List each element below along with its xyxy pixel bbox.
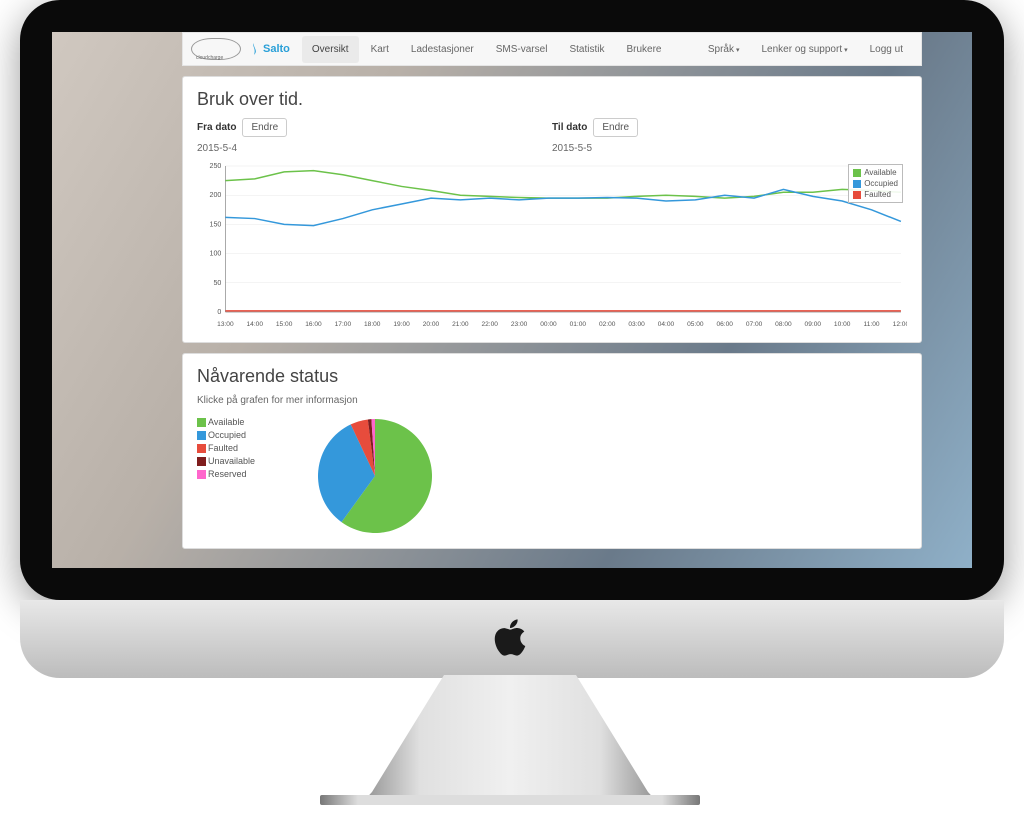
nav-support[interactable]: Lenker og support▾ xyxy=(751,36,857,63)
pie-chart[interactable] xyxy=(285,416,465,536)
svg-text:250: 250 xyxy=(209,163,221,170)
svg-text:20:00: 20:00 xyxy=(423,321,440,328)
nav-item-statistik[interactable]: Statistik xyxy=(559,36,614,63)
monitor-foot xyxy=(320,795,700,805)
nav-item-sms-varsel[interactable]: SMS-varsel xyxy=(486,36,558,63)
chevron-down-icon: ▾ xyxy=(736,47,740,54)
svg-text:01:00: 01:00 xyxy=(570,321,587,328)
svg-text:03:00: 03:00 xyxy=(628,321,645,328)
from-date-change-button[interactable]: Endre xyxy=(242,118,287,137)
svg-text:50: 50 xyxy=(213,280,221,287)
svg-text:04:00: 04:00 xyxy=(658,321,675,328)
monitor-stand xyxy=(360,675,660,805)
nav-language[interactable]: Språk▾ xyxy=(698,36,750,63)
line-chart-legend: AvailableOccupiedFaulted xyxy=(848,164,903,203)
svg-text:18:00: 18:00 xyxy=(364,321,381,328)
to-date-change-button[interactable]: Endre xyxy=(593,118,638,137)
svg-text:17:00: 17:00 xyxy=(335,321,352,328)
pie-chart-legend: AvailableOccupiedFaultedUnavailableReser… xyxy=(197,416,255,536)
svg-text:10:00: 10:00 xyxy=(834,321,851,328)
line-chart[interactable]: 0 50 100 150 200 250 13:00 14:00 15:00 16:00 17:00… xyxy=(197,160,907,330)
svg-text:06:00: 06:00 xyxy=(716,321,733,328)
svg-text:05:00: 05:00 xyxy=(687,321,704,328)
svg-text:21:00: 21:00 xyxy=(452,321,469,328)
top-navbar: Salto OversiktKartLadestasjonerSMS-varse… xyxy=(182,32,922,66)
from-date-label: Fra dato xyxy=(197,122,236,133)
nav-item-oversikt[interactable]: Oversikt xyxy=(302,36,359,63)
salto-logo: Salto xyxy=(247,42,290,56)
date-row: Fra dato Endre Til dato Endre xyxy=(197,118,907,137)
svg-text:13:00: 13:00 xyxy=(217,321,234,328)
nav-item-kart[interactable]: Kart xyxy=(361,36,399,63)
svg-text:11:00: 11:00 xyxy=(864,321,880,328)
usage-over-time-panel: Bruk over tid. Fra dato Endre Til dato E… xyxy=(182,76,922,343)
svg-text:16:00: 16:00 xyxy=(305,321,322,328)
panel-title: Nåvarende status xyxy=(197,366,907,387)
svg-text:200: 200 xyxy=(209,192,221,199)
svg-text:08:00: 08:00 xyxy=(775,321,792,328)
svg-text:02:00: 02:00 xyxy=(599,321,616,328)
apple-logo-icon xyxy=(460,615,560,660)
monitor-screen: Salto OversiktKartLadestasjonerSMS-varse… xyxy=(52,32,972,568)
svg-text:100: 100 xyxy=(209,251,221,258)
monitor-bezel: Salto OversiktKartLadestasjonerSMS-varse… xyxy=(20,0,1004,600)
panel-title: Bruk over tid. xyxy=(197,89,907,110)
svg-text:00:00: 00:00 xyxy=(540,321,557,328)
svg-text:150: 150 xyxy=(209,221,221,228)
svg-text:22:00: 22:00 xyxy=(481,321,498,328)
panel-subtitle: Klicke på grafen for mer informasjon xyxy=(197,395,907,406)
to-date-value: 2015-5-5 xyxy=(552,139,907,154)
from-date-value: 2015-5-4 xyxy=(197,139,552,154)
svg-text:07:00: 07:00 xyxy=(746,321,763,328)
nav-logout[interactable]: Logg ut xyxy=(860,36,913,63)
to-date-label: Til dato xyxy=(552,122,587,133)
app-window: Salto OversiktKartLadestasjonerSMS-varse… xyxy=(182,32,922,568)
current-status-panel: Nåvarende status Klicke på grafen for me… xyxy=(182,353,922,549)
svg-text:15:00: 15:00 xyxy=(276,321,293,328)
svg-text:0: 0 xyxy=(217,309,221,316)
svg-text:23:00: 23:00 xyxy=(511,321,528,328)
svg-text:14:00: 14:00 xyxy=(247,321,264,328)
chevron-down-icon: ▾ xyxy=(844,47,848,54)
svg-text:09:00: 09:00 xyxy=(805,321,822,328)
svg-text:12:00: 12:00 xyxy=(893,321,907,328)
svg-text:19:00: 19:00 xyxy=(393,321,410,328)
nav-item-ladestasjoner[interactable]: Ladestasjoner xyxy=(401,36,484,63)
cloudcharge-logo xyxy=(191,38,241,60)
nav-item-brukere[interactable]: Brukere xyxy=(616,36,671,63)
